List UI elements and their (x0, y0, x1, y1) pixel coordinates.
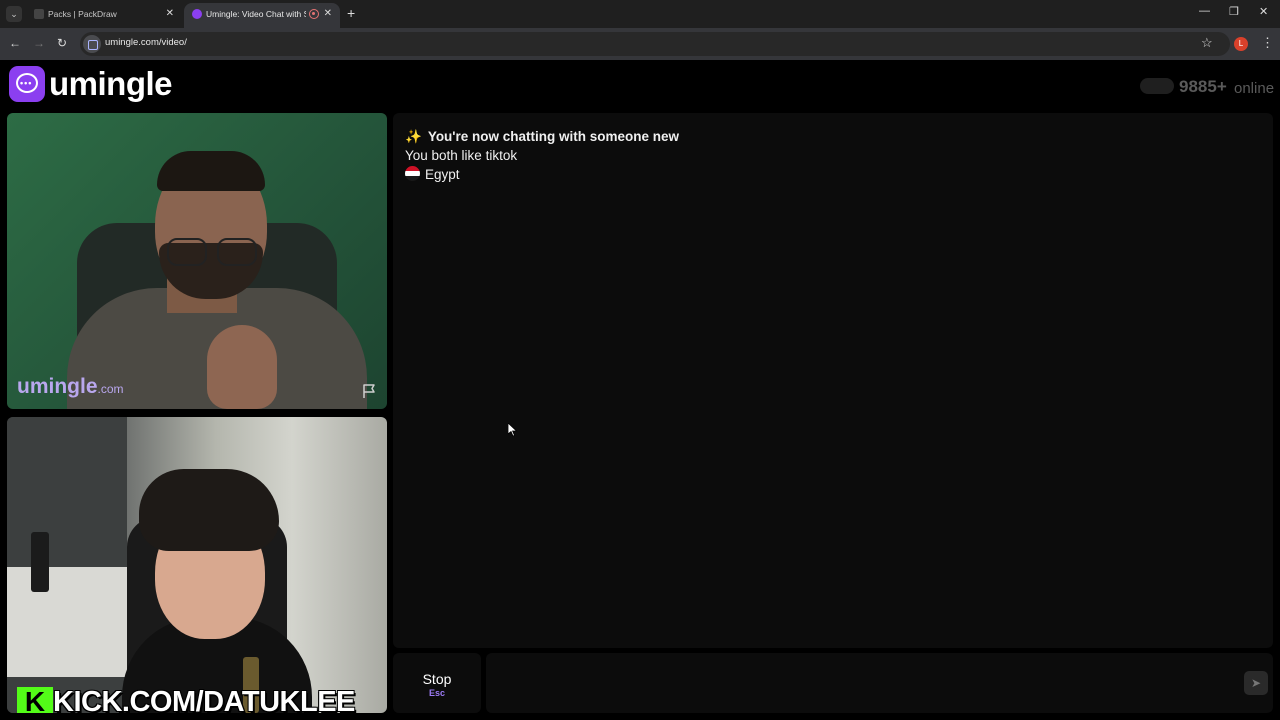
watermark-text: umingle (17, 375, 98, 398)
profile-avatar[interactable]: L (1234, 37, 1248, 51)
umingle-watermark: umingle.com (17, 375, 124, 399)
logo-text[interactable]: umingle (49, 65, 173, 103)
self-speaker-shape (31, 532, 49, 592)
browser-toolbar: ← → ↻ umingle.com/video/ (0, 28, 1280, 60)
self-video: K KICK.COM/DATUKLEE (7, 417, 387, 713)
umingle-page: ••• umingle 9885+ online umingle.com K K… (0, 60, 1280, 720)
stranger-hair-shape (157, 151, 265, 191)
new-tab-icon[interactable]: + (347, 5, 355, 21)
url-text[interactable]: umingle.com/video/ (105, 37, 187, 48)
stranger-glasses-shape (167, 238, 207, 266)
chat-country: Egypt (425, 167, 460, 182)
bookmark-star-icon[interactable]: ☆ (1201, 35, 1213, 51)
back-arrow-icon[interactable]: ← (9, 36, 21, 50)
sparkles-icon: ✨ (405, 129, 422, 144)
watermark-suffix: .com (97, 382, 124, 396)
chat-system-message: ✨ You're now chatting with someone new (405, 129, 679, 145)
packdraw-favicon-icon (34, 9, 44, 19)
egypt-flag-icon (405, 166, 420, 181)
stranger-hand-shape (207, 325, 277, 409)
umingle-logo-icon[interactable]: ••• (9, 66, 45, 102)
mouse-cursor-icon (508, 423, 518, 437)
online-label: online (1234, 80, 1275, 97)
close-tab-icon[interactable]: ✕ (166, 3, 174, 25)
stranger-glasses-shape (217, 238, 257, 266)
report-flag-icon[interactable] (361, 383, 377, 399)
stranger-video: umingle.com (7, 113, 387, 409)
address-bar[interactable]: umingle.com/video/ (80, 32, 1230, 56)
restore-icon[interactable]: ❐ (1229, 5, 1239, 18)
online-toggle[interactable] (1140, 78, 1174, 94)
browser-menu-icon[interactable]: ⋮ (1261, 35, 1274, 51)
message-text: You're now chatting with someone new (427, 129, 680, 144)
chat-dots-icon: ••• (20, 78, 33, 88)
stop-label: Stop (422, 671, 452, 687)
browser-tab-bar: ⌄ Packs | PackDraw ✕ Umingle: Video Chat… (0, 0, 1280, 28)
reload-icon[interactable]: ↻ (57, 36, 67, 50)
site-info-icon[interactable] (83, 35, 101, 53)
chat-panel: ✨ You're now chatting with someone new Yo… (393, 113, 1273, 648)
close-tab-icon[interactable]: ✕ (324, 3, 332, 25)
self-bed-shape (7, 567, 147, 677)
recording-indicator-icon (309, 9, 319, 19)
send-icon[interactable]: ➤ (1244, 671, 1268, 695)
tab-umingle[interactable]: Umingle: Video Chat with S ✕ (184, 3, 340, 28)
kick-channel-overlay: KICK.COM/DATUKLEE (53, 686, 355, 713)
tab-title: Umingle: Video Chat with S (206, 9, 306, 19)
self-hair-shape (139, 469, 279, 551)
tab-title: Packs | PackDraw (48, 9, 117, 19)
message-input[interactable] (486, 653, 1273, 713)
forward-arrow-icon[interactable]: → (33, 36, 45, 50)
minimize-icon[interactable]: — (1199, 5, 1210, 17)
online-count: 9885+ (1179, 77, 1227, 96)
chat-common-interest: You both like tiktok (405, 148, 518, 163)
stop-shortcut: Esc (428, 688, 445, 698)
umingle-favicon-icon (192, 9, 202, 19)
stop-button[interactable]: Stop Esc (393, 653, 481, 713)
tab-packdraw[interactable]: Packs | PackDraw ✕ (26, 3, 182, 28)
tab-search-icon[interactable]: ⌄ (6, 6, 22, 22)
window-close-icon[interactable]: ✕ (1259, 5, 1268, 18)
kick-logo-icon: K (17, 687, 53, 713)
